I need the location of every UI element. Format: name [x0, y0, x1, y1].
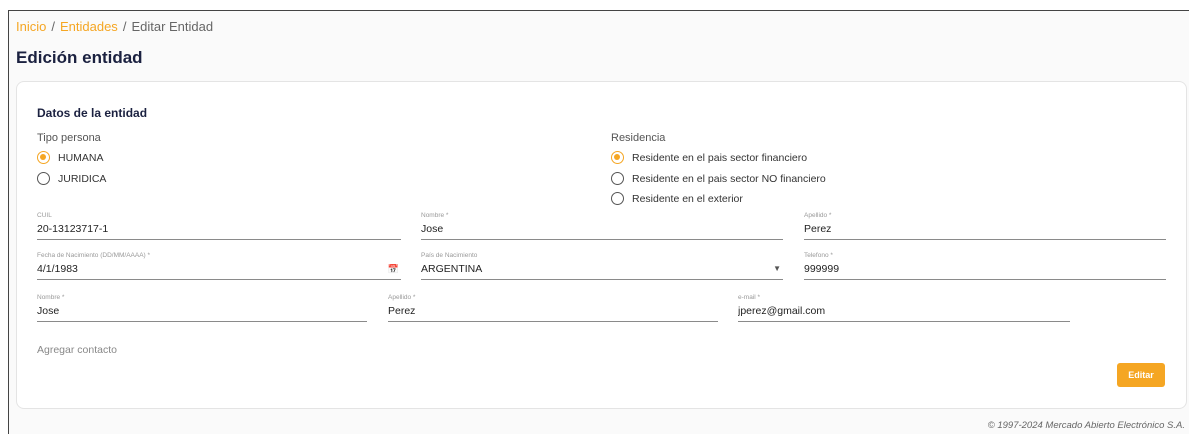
- radio-label: Residente en el pais sector NO financier…: [632, 172, 826, 185]
- calendar-icon[interactable]: 📅: [388, 264, 399, 275]
- field-label: Fecha de Nacimiento (DD/MM/AAAA) *: [37, 252, 151, 259]
- breadcrumb-entities-link[interactable]: Entidades: [60, 19, 118, 34]
- field-label: CUIL: [37, 212, 52, 219]
- add-contact-button[interactable]: Agregar contacto: [37, 344, 117, 356]
- cuil-input[interactable]: [37, 223, 401, 235]
- fecha-nacimiento-input[interactable]: [37, 263, 377, 275]
- entity-form-card: Datos de la entidad Tipo persona HUMANA …: [16, 81, 1187, 409]
- telefono-field: Telefono *: [804, 252, 1166, 280]
- chevron-down-icon[interactable]: ▼: [773, 264, 781, 273]
- radio-residente-financiero[interactable]: Residente en el pais sector financiero: [611, 151, 807, 164]
- radio-label: Residente en el pais sector financiero: [632, 151, 808, 164]
- radio-label: HUMANA: [58, 151, 104, 164]
- contact-nombre-field: Nombre *: [37, 294, 367, 322]
- nombre-field: Nombre *: [421, 212, 783, 240]
- contact-apellido-input[interactable]: [388, 305, 718, 317]
- contact-nombre-input[interactable]: [37, 305, 367, 317]
- page-title: Edición entidad: [16, 48, 143, 67]
- radio-label: JURIDICA: [58, 172, 107, 185]
- breadcrumb-separator: /: [122, 19, 127, 34]
- pais-nacimiento-value: ARGENTINA: [421, 263, 483, 275]
- cuil-field: CUIL: [37, 212, 401, 240]
- breadcrumb-home-link[interactable]: Inicio: [16, 19, 46, 34]
- edit-button[interactable]: Editar: [1117, 363, 1165, 387]
- fecha-nacimiento-field: Fecha de Nacimiento (DD/MM/AAAA) * 📅: [37, 252, 401, 280]
- breadcrumb-separator: /: [51, 19, 55, 34]
- radio-unchecked-icon: [611, 192, 624, 205]
- field-label: Telefono *: [804, 252, 833, 259]
- contact-email-field: e-mail *: [738, 294, 1070, 322]
- radio-unchecked-icon: [611, 172, 624, 185]
- radio-checked-icon: [611, 151, 624, 164]
- footer-copyright: © 1997-2024 Mercado Abierto Electrónico …: [987, 420, 1185, 431]
- radio-humana[interactable]: HUMANA: [37, 151, 104, 164]
- nombre-input[interactable]: [421, 223, 783, 235]
- radio-residente-exterior[interactable]: Residente en el exterior: [611, 192, 743, 205]
- contact-email-input[interactable]: [738, 305, 1070, 317]
- residencia-label: Residencia: [611, 132, 666, 144]
- radio-residente-no-financiero[interactable]: Residente en el pais sector NO financier…: [611, 172, 826, 185]
- field-label: Nombre *: [421, 212, 449, 219]
- apellido-field: Apellido *: [804, 212, 1166, 240]
- pais-nacimiento-select[interactable]: País de Nacimiento ARGENTINA ▼: [421, 252, 783, 280]
- field-label: Apellido *: [388, 294, 416, 301]
- radio-label: Residente en el exterior: [632, 192, 743, 205]
- radio-unchecked-icon: [37, 172, 50, 185]
- field-label: e-mail *: [738, 294, 761, 301]
- section-title: Datos de la entidad: [37, 106, 148, 120]
- field-label: Nombre *: [37, 294, 65, 301]
- contact-apellido-field: Apellido *: [388, 294, 718, 322]
- tipo-persona-label: Tipo persona: [37, 132, 101, 144]
- breadcrumb: Inicio / Entidades / Editar Entidad: [16, 19, 213, 34]
- telefono-input[interactable]: [804, 263, 1166, 275]
- radio-checked-icon: [37, 151, 50, 164]
- field-label: País de Nacimiento: [421, 252, 478, 259]
- field-label: Apellido *: [804, 212, 832, 219]
- radio-juridica[interactable]: JURIDICA: [37, 172, 106, 185]
- breadcrumb-current: Editar Entidad: [131, 19, 214, 34]
- apellido-input[interactable]: [804, 223, 1166, 235]
